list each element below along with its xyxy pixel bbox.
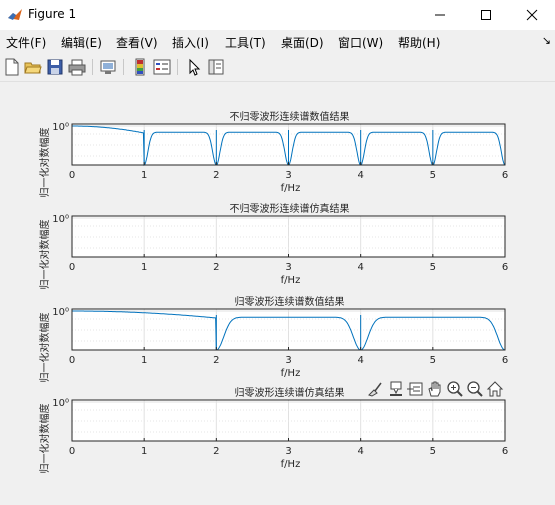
- x-tick-label: 4: [357, 355, 363, 366]
- x-tick-label: 6: [502, 170, 508, 181]
- save-icon[interactable]: [46, 58, 64, 76]
- y-axis-label: 归一化对数幅度: [38, 128, 51, 198]
- subplot-title: 不归零波形连续谱仿真结果: [230, 202, 350, 215]
- minimize-icon: [435, 14, 445, 16]
- home-icon[interactable]: [486, 380, 504, 398]
- window-title: Figure 1: [28, 7, 77, 21]
- x-axis-label: f/Hz: [281, 183, 301, 194]
- x-tick-label: 3: [285, 355, 291, 366]
- x-tick-label: 0: [69, 355, 75, 366]
- x-tick-label: 3: [285, 446, 291, 457]
- y-tick-label: 10⁰: [52, 307, 69, 318]
- menu-desktop[interactable]: 桌面(D): [281, 34, 324, 51]
- x-tick-label: 6: [502, 262, 508, 273]
- x-tick-label: 2: [213, 262, 219, 273]
- title-bar: Figure 1: [0, 0, 555, 30]
- x-tick-label: 0: [69, 446, 75, 457]
- y-axis-label: 归一化对数幅度: [38, 313, 51, 383]
- zoom-out-icon[interactable]: [466, 380, 484, 398]
- subplot-title: 归零波形连续谱数值结果: [235, 295, 345, 308]
- x-axis-label: f/Hz: [281, 275, 301, 286]
- x-tick-label: 2: [213, 170, 219, 181]
- y-tick-label: 10⁰: [52, 122, 69, 133]
- menu-file[interactable]: 文件(F): [6, 34, 46, 51]
- y-tick-label: 10⁰: [52, 398, 69, 409]
- menu-overflow-icon[interactable]: ↘: [542, 34, 551, 47]
- pan-icon[interactable]: [426, 380, 444, 398]
- maximize-icon: [481, 10, 491, 20]
- maximize-button[interactable]: [463, 0, 509, 30]
- x-tick-label: 0: [69, 170, 75, 181]
- zoom-in-icon[interactable]: [446, 380, 464, 398]
- x-tick-label: 4: [357, 446, 363, 457]
- menu-edit[interactable]: 编辑(E): [61, 34, 102, 51]
- x-tick-label: 1: [141, 355, 147, 366]
- x-tick-label: 5: [430, 262, 436, 273]
- minimize-button[interactable]: [417, 0, 463, 30]
- x-tick-label: 0: [69, 262, 75, 273]
- brush-icon[interactable]: [366, 380, 384, 398]
- x-tick-label: 4: [357, 170, 363, 181]
- x-tick-label: 6: [502, 355, 508, 366]
- edit-plot-icon[interactable]: [185, 58, 203, 76]
- subplot-title: 归零波形连续谱仿真结果: [235, 386, 345, 399]
- x-tick-label: 5: [430, 446, 436, 457]
- x-tick-label: 3: [285, 262, 291, 273]
- toolbar-separator: [92, 59, 93, 75]
- menu-insert[interactable]: 插入(I): [172, 34, 209, 51]
- x-tick-label: 5: [430, 355, 436, 366]
- open-file-icon[interactable]: [24, 58, 42, 76]
- y-axis-label: 归一化对数幅度: [38, 404, 51, 474]
- x-tick-label: 1: [141, 262, 147, 273]
- new-figure-icon[interactable]: [3, 58, 21, 76]
- menu-tools[interactable]: 工具(T): [225, 34, 266, 51]
- restore-view-icon[interactable]: [406, 380, 424, 398]
- x-tick-label: 5: [430, 170, 436, 181]
- menu-view[interactable]: 查看(V): [116, 34, 158, 51]
- matlab-icon: [8, 9, 22, 20]
- close-button[interactable]: [509, 0, 555, 30]
- print-icon[interactable]: [68, 58, 86, 76]
- x-tick-label: 2: [213, 355, 219, 366]
- x-axis-label: f/Hz: [281, 368, 301, 379]
- menu-bar: 文件(F) 编辑(E) 查看(V) 插入(I) 工具(T) 桌面(D) 窗口(W…: [0, 30, 555, 53]
- close-icon: [526, 9, 538, 21]
- menu-window[interactable]: 窗口(W): [338, 34, 383, 51]
- data-tips-icon[interactable]: [387, 380, 405, 398]
- figure-canvas: 0 1 2 3 4 5 6 10⁰ 不归零波形连续谱数值结果 f/Hz 归一化对数幅度 0 1 2 3 4 5 6…: [0, 82, 555, 501]
- toolbar-separator: [123, 59, 124, 75]
- x-tick-label: 1: [141, 446, 147, 457]
- subplot-title: 不归零波形连续谱数值结果: [230, 110, 350, 123]
- figure-toolbar: [0, 53, 555, 82]
- legend-icon[interactable]: [153, 58, 171, 76]
- menu-help[interactable]: 帮助(H): [398, 34, 440, 51]
- x-tick-label: 4: [357, 262, 363, 273]
- x-tick-label: 1: [141, 170, 147, 181]
- y-axis-label: 归一化对数幅度: [38, 220, 51, 290]
- link-plot-icon[interactable]: [99, 58, 117, 76]
- x-tick-label: 6: [502, 446, 508, 457]
- figure-plots: 0 1 2 3 4 5 6 10⁰ 不归零波形连续谱数值结果 f/Hz 归一化对数幅度 0 1 2 3 4 5 6…: [38, 110, 508, 474]
- toolbar-separator: [177, 59, 178, 75]
- property-inspector-icon[interactable]: [207, 58, 225, 76]
- y-tick-label: 10⁰: [52, 214, 69, 225]
- colorbar-icon[interactable]: [131, 58, 149, 76]
- x-tick-label: 2: [213, 446, 219, 457]
- x-tick-label: 3: [285, 170, 291, 181]
- x-axis-label: f/Hz: [281, 459, 301, 470]
